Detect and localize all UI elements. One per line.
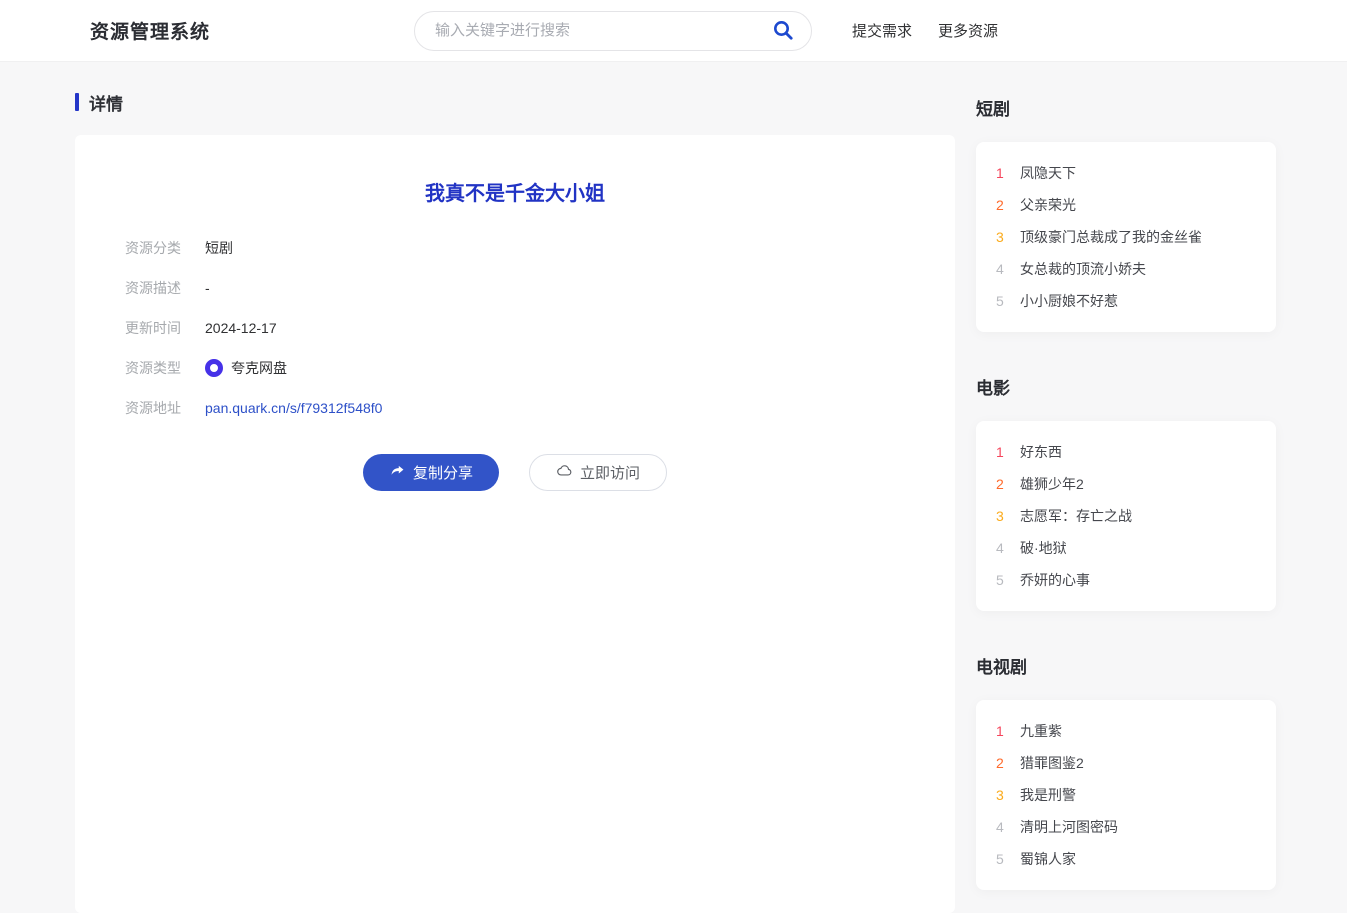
- detail-column: 详情 我真不是千金大小姐 资源分类 短剧 资源描述 - 更新时间 2024-12…: [75, 62, 955, 913]
- rank-item-title: 清明上河图密码: [1020, 819, 1118, 835]
- list-item[interactable]: 2 猎罪图鉴2: [996, 747, 1256, 779]
- list-item[interactable]: 3 我是刑警: [996, 779, 1256, 811]
- search-button[interactable]: [767, 16, 799, 48]
- detail-field-row: 资源描述 -: [125, 268, 905, 308]
- nav-more-resources[interactable]: 更多资源: [938, 20, 998, 41]
- page: 资源管理系统 提交需求 更多资源 详情: [0, 0, 1347, 913]
- app-logo: 资源管理系统: [90, 22, 211, 43]
- nav-submit-request[interactable]: 提交需求: [852, 20, 912, 41]
- sidebar-section-card: 1 凤隐天下 2 父亲荣光 3 顶级豪门总裁成了我的金丝雀 4 女总裁的顶流小娇…: [976, 142, 1276, 332]
- field-value: 夸克网盘: [205, 358, 287, 378]
- rank-item-title: 我是刑警: [1020, 787, 1076, 803]
- list-item[interactable]: 4 清明上河图密码: [996, 811, 1256, 843]
- rank-number: 1: [996, 165, 1004, 181]
- field-value: -: [205, 280, 210, 296]
- list-item[interactable]: 2 雄狮少年2: [996, 468, 1256, 500]
- field-label: 资源描述: [125, 280, 181, 296]
- rank-number: 2: [996, 197, 1004, 213]
- rank-number: 3: [996, 508, 1004, 524]
- rank-item-title: 九重紫: [1020, 723, 1062, 739]
- rank-list: 1 凤隐天下 2 父亲荣光 3 顶级豪门总裁成了我的金丝雀 4 女总裁的顶流小娇…: [996, 157, 1256, 317]
- main-area: 详情 我真不是千金大小姐 资源分类 短剧 资源描述 - 更新时间 2024-12…: [0, 62, 1347, 913]
- detail-section-head: 详情: [75, 92, 955, 114]
- list-item[interactable]: 3 顶级豪门总裁成了我的金丝雀: [996, 221, 1256, 253]
- rank-number: 4: [996, 819, 1004, 835]
- rank-item-title: 凤隐天下: [1020, 165, 1076, 181]
- list-item[interactable]: 5 小小厨娘不好惹: [996, 285, 1256, 317]
- sidebar-section: 电影 1 好东西 2 雄狮少年2 3 志愿军：存亡之战 4 破·地狱 5 乔妍的…: [976, 374, 1276, 611]
- resource-title: 我真不是千金大小姐: [425, 183, 605, 205]
- rank-list: 1 九重紫 2 猎罪图鉴2 3 我是刑警 4 清明上河图密码 5 蜀锦人家: [996, 715, 1256, 875]
- detail-field-row: 资源类型 夸克网盘: [125, 348, 905, 388]
- list-item[interactable]: 5 乔妍的心事: [996, 564, 1256, 596]
- resource-url-link[interactable]: pan.quark.cn/s/f79312f548f0: [205, 400, 382, 416]
- detail-field-row: 资源分类 短剧: [125, 228, 905, 268]
- copy-share-button[interactable]: 复制分享: [362, 454, 499, 491]
- sidebar-section: 电视剧 1 九重紫 2 猎罪图鉴2 3 我是刑警 4 清明上河图密码 5 蜀锦人…: [976, 653, 1276, 890]
- rank-item-title: 好东西: [1020, 444, 1062, 460]
- quark-ring-icon: [205, 359, 223, 377]
- rank-item-title: 破·地狱: [1020, 540, 1067, 556]
- field-label: 资源分类: [125, 240, 181, 256]
- rank-number: 2: [996, 476, 1004, 492]
- section-accent-bar: [75, 93, 79, 111]
- action-buttons: 复制分享 立即访问: [125, 454, 905, 491]
- list-item[interactable]: 3 志愿军：存亡之战: [996, 500, 1256, 532]
- rank-number: 1: [996, 723, 1004, 739]
- rank-number: 2: [996, 755, 1004, 771]
- rank-number: 5: [996, 293, 1004, 309]
- rank-item-title: 雄狮少年2: [1020, 476, 1084, 492]
- field-value: 短剧: [205, 240, 233, 256]
- rank-number: 1: [996, 444, 1004, 460]
- search-bar: [414, 10, 813, 51]
- rank-list: 1 好东西 2 雄狮少年2 3 志愿军：存亡之战 4 破·地狱 5 乔妍的心事: [996, 436, 1256, 596]
- rank-number: 4: [996, 261, 1004, 277]
- rank-item-title: 猎罪图鉴2: [1020, 755, 1084, 771]
- visit-now-label: 立即访问: [580, 465, 641, 482]
- sidebar-section-card: 1 九重紫 2 猎罪图鉴2 3 我是刑警 4 清明上河图密码 5 蜀锦人家: [976, 700, 1276, 890]
- sidebar-section-title: 电视剧: [976, 658, 1027, 677]
- rank-item-title: 小小厨娘不好惹: [1020, 293, 1118, 309]
- top-header: 资源管理系统 提交需求 更多资源: [0, 0, 1347, 62]
- rank-item-title: 父亲荣光: [1020, 197, 1076, 213]
- detail-field-row: 资源地址 pan.quark.cn/s/f79312f548f0: [125, 388, 905, 428]
- page-title: 详情: [89, 94, 123, 114]
- field-value: 2024-12-17: [205, 320, 277, 336]
- search-input[interactable]: [435, 22, 766, 39]
- share-arrow-icon: [389, 462, 406, 483]
- sidebar-section: 短剧 1 凤隐天下 2 父亲荣光 3 顶级豪门总裁成了我的金丝雀 4 女总裁的顶…: [976, 95, 1276, 332]
- list-item[interactable]: 4 女总裁的顶流小娇夫: [996, 253, 1256, 285]
- sidebar-section-title: 短剧: [976, 100, 1010, 119]
- rank-number: 3: [996, 787, 1004, 803]
- rank-number: 3: [996, 229, 1004, 245]
- rank-item-title: 蜀锦人家: [1020, 851, 1076, 867]
- visit-now-button[interactable]: 立即访问: [529, 454, 668, 491]
- rank-item-title: 志愿军：存亡之战: [1020, 508, 1132, 524]
- rank-number: 4: [996, 540, 1004, 556]
- list-item[interactable]: 2 父亲荣光: [996, 189, 1256, 221]
- list-item[interactable]: 1 九重紫: [996, 715, 1256, 747]
- list-item[interactable]: 1 好东西: [996, 436, 1256, 468]
- sidebar-section-title: 电影: [976, 379, 1010, 398]
- rank-number: 5: [996, 851, 1004, 867]
- field-label: 资源地址: [125, 400, 181, 416]
- detail-field-row: 更新时间 2024-12-17: [125, 308, 905, 348]
- rank-item-title: 乔妍的心事: [1020, 572, 1090, 588]
- detail-fields: 资源分类 短剧 资源描述 - 更新时间 2024-12-17 资源类型 夸克网盘…: [125, 228, 905, 428]
- rank-item-title: 女总裁的顶流小娇夫: [1020, 261, 1146, 277]
- rank-item-title: 顶级豪门总裁成了我的金丝雀: [1020, 229, 1202, 245]
- list-item[interactable]: 5 蜀锦人家: [996, 843, 1256, 875]
- cloud-icon: [556, 462, 573, 483]
- header-nav: 提交需求 更多资源: [852, 20, 998, 41]
- list-item[interactable]: 4 破·地狱: [996, 532, 1256, 564]
- search-icon: [771, 18, 795, 45]
- field-label: 资源类型: [125, 360, 181, 376]
- sidebar-section-card: 1 好东西 2 雄狮少年2 3 志愿军：存亡之战 4 破·地狱 5 乔妍的心事: [976, 421, 1276, 611]
- copy-share-label: 复制分享: [412, 465, 473, 482]
- field-label: 更新时间: [125, 320, 181, 336]
- list-item[interactable]: 1 凤隐天下: [996, 157, 1256, 189]
- rank-sidebar: 短剧 1 凤隐天下 2 父亲荣光 3 顶级豪门总裁成了我的金丝雀 4 女总裁的顶…: [976, 62, 1276, 913]
- rank-number: 5: [996, 572, 1004, 588]
- detail-card: 我真不是千金大小姐 资源分类 短剧 资源描述 - 更新时间 2024-12-17…: [75, 135, 955, 913]
